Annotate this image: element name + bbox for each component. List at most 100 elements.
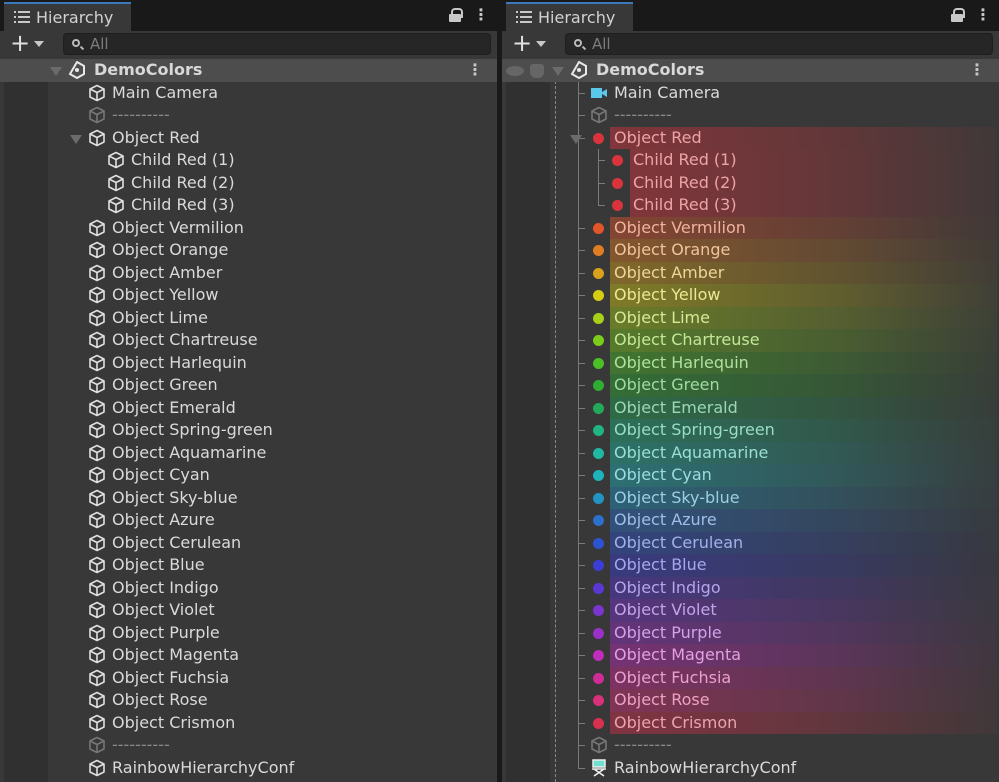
hierarchy-item[interactable]: ---------- (0, 734, 497, 757)
color-dot-icon (593, 537, 604, 549)
hierarchy-item[interactable]: Object Sky-blue (502, 486, 999, 509)
hierarchy-item[interactable]: Object Purple (502, 621, 999, 644)
hierarchy-item[interactable]: Object Cyan (0, 464, 497, 487)
hierarchy-item[interactable]: Object Harlequin (0, 352, 497, 375)
hierarchy-item[interactable]: Object Yellow (502, 284, 999, 307)
pickable-icon[interactable] (530, 64, 544, 78)
hierarchy-item[interactable]: Object Purple (0, 622, 497, 645)
hierarchy-item[interactable]: Object Spring-green (0, 419, 497, 442)
hierarchy-item[interactable]: Object Aquamarine (0, 442, 497, 465)
item-name: ---------- (112, 105, 170, 124)
color-dot-icon (593, 627, 604, 639)
item-name: Object Crismon (614, 712, 738, 732)
tab-bar: Hierarchy ⋮ (0, 0, 497, 31)
lock-icon[interactable] (951, 8, 965, 22)
hierarchy-item[interactable]: Main Camera (502, 81, 999, 104)
hierarchy-item[interactable]: Object Crismon (0, 712, 497, 735)
hierarchy-item[interactable]: Child Red (2) (0, 172, 497, 195)
hierarchy-item[interactable]: Object Amber (0, 262, 497, 285)
cube-icon (88, 714, 106, 732)
hierarchy-item[interactable]: Object Vermilion (0, 217, 497, 240)
chevron-down-icon[interactable] (536, 41, 546, 47)
tab-hierarchy[interactable]: Hierarchy (506, 2, 633, 31)
hierarchy-item[interactable]: Object Indigo (0, 577, 497, 600)
hierarchy-item[interactable]: Object Fuchsia (0, 667, 497, 690)
hierarchy-item[interactable]: Object Magenta (502, 644, 999, 667)
hierarchy-item[interactable]: Object Lime (0, 307, 497, 330)
hierarchy-item[interactable]: Child Red (3) (0, 194, 497, 217)
hierarchy-item[interactable]: Object Cyan (502, 464, 999, 487)
more-options-icon[interactable]: ⋮ (467, 59, 483, 81)
hierarchy-item[interactable]: Object Emerald (502, 396, 999, 419)
scene-name: DemoColors (596, 60, 705, 79)
fold-arrow-icon[interactable] (570, 134, 582, 144)
hierarchy-item[interactable]: Object Chartreuse (502, 329, 999, 352)
hierarchy-item[interactable]: Object Yellow (0, 284, 497, 307)
hierarchy-item[interactable]: Object Amber (502, 261, 999, 284)
scene-row[interactable]: DemoColors ⋮ (502, 59, 999, 82)
tab-hierarchy[interactable]: Hierarchy (4, 2, 131, 31)
hierarchy-item[interactable]: Object Indigo (502, 576, 999, 599)
add-icon[interactable]: + (10, 31, 30, 55)
hierarchy-item[interactable]: Object Crismon (502, 711, 999, 734)
item-name: Child Red (2) (633, 172, 737, 192)
hierarchy-item[interactable]: Object Cerulean (502, 531, 999, 554)
item-name: Object Cyan (614, 465, 712, 484)
hierarchy-item[interactable]: Object Magenta (0, 644, 497, 667)
more-options-icon[interactable]: ⋮ (969, 59, 985, 81)
chevron-down-icon[interactable] (34, 41, 44, 47)
visibility-icon[interactable] (506, 66, 524, 76)
fold-arrow-icon[interactable] (70, 134, 82, 144)
hierarchy-item[interactable]: Object Vermilion (502, 216, 999, 239)
hierarchy-item[interactable]: Object Orange (502, 239, 999, 262)
search-input[interactable]: All (63, 33, 491, 55)
color-dot-icon (593, 380, 604, 391)
hierarchy-item[interactable]: Object Azure (0, 509, 497, 532)
hierarchy-item[interactable]: ---------- (502, 104, 999, 127)
hierarchy-item[interactable]: Object Blue (502, 554, 999, 577)
fold-arrow-icon[interactable] (50, 67, 62, 76)
hierarchy-item[interactable]: ---------- (0, 104, 497, 127)
cube-icon (88, 331, 106, 349)
add-icon[interactable]: + (512, 31, 532, 55)
hierarchy-item[interactable]: Object Blue (0, 554, 497, 577)
color-dot-icon (593, 470, 604, 481)
lock-icon[interactable] (449, 8, 463, 22)
hierarchy-item[interactable]: Object Chartreuse (0, 329, 497, 352)
hierarchy-item[interactable]: ---------- (502, 734, 999, 757)
hierarchy-item[interactable]: Object Rose (0, 689, 497, 712)
hierarchy-item[interactable]: Object Cerulean (0, 532, 497, 555)
hierarchy-item[interactable]: Object Spring-green (502, 419, 999, 442)
hierarchy-item[interactable]: Object Lime (502, 306, 999, 329)
scene-row[interactable]: DemoColors ⋮ (0, 59, 497, 82)
item-name: ---------- (614, 105, 672, 124)
hierarchy-item[interactable]: RainbowHierarchyConf (502, 756, 999, 780)
hierarchy-item[interactable]: Main Camera (0, 82, 497, 105)
hierarchy-item[interactable]: Object Sky-blue (0, 487, 497, 510)
fold-arrow-icon[interactable] (552, 67, 564, 76)
hierarchy-item[interactable]: Object Violet (502, 599, 999, 622)
hierarchy-item[interactable]: Object Orange (0, 239, 497, 262)
hierarchy-item[interactable]: Child Red (1) (502, 149, 999, 172)
more-options-icon[interactable]: ⋮ (975, 5, 991, 24)
hierarchy-item[interactable]: Object Green (0, 374, 497, 397)
search-input[interactable]: All (565, 33, 993, 55)
color-dot-icon (593, 492, 604, 504)
more-options-icon[interactable]: ⋮ (473, 5, 489, 24)
cube-icon (590, 736, 608, 754)
hierarchy-item[interactable]: RainbowHierarchyConf (0, 757, 497, 780)
hierarchy-item[interactable]: Object Aquamarine (502, 441, 999, 464)
hierarchy-item[interactable]: Child Red (3) (502, 194, 999, 217)
hierarchy-item[interactable]: Object Azure (502, 509, 999, 532)
hierarchy-item[interactable]: Object Fuchsia (502, 666, 999, 689)
hierarchy-item[interactable]: Object Violet (0, 599, 497, 622)
hierarchy-item[interactable]: Child Red (2) (502, 171, 999, 194)
hierarchy-item[interactable]: Object Rose (502, 689, 999, 712)
hierarchy-item[interactable]: Object Red (502, 126, 999, 149)
cube-icon (88, 601, 106, 619)
hierarchy-item[interactable]: Object Red (0, 127, 497, 150)
hierarchy-item[interactable]: Object Green (502, 374, 999, 397)
hierarchy-item[interactable]: Child Red (1) (0, 149, 497, 172)
hierarchy-item[interactable]: Object Emerald (0, 397, 497, 420)
hierarchy-item[interactable]: Object Harlequin (502, 351, 999, 374)
